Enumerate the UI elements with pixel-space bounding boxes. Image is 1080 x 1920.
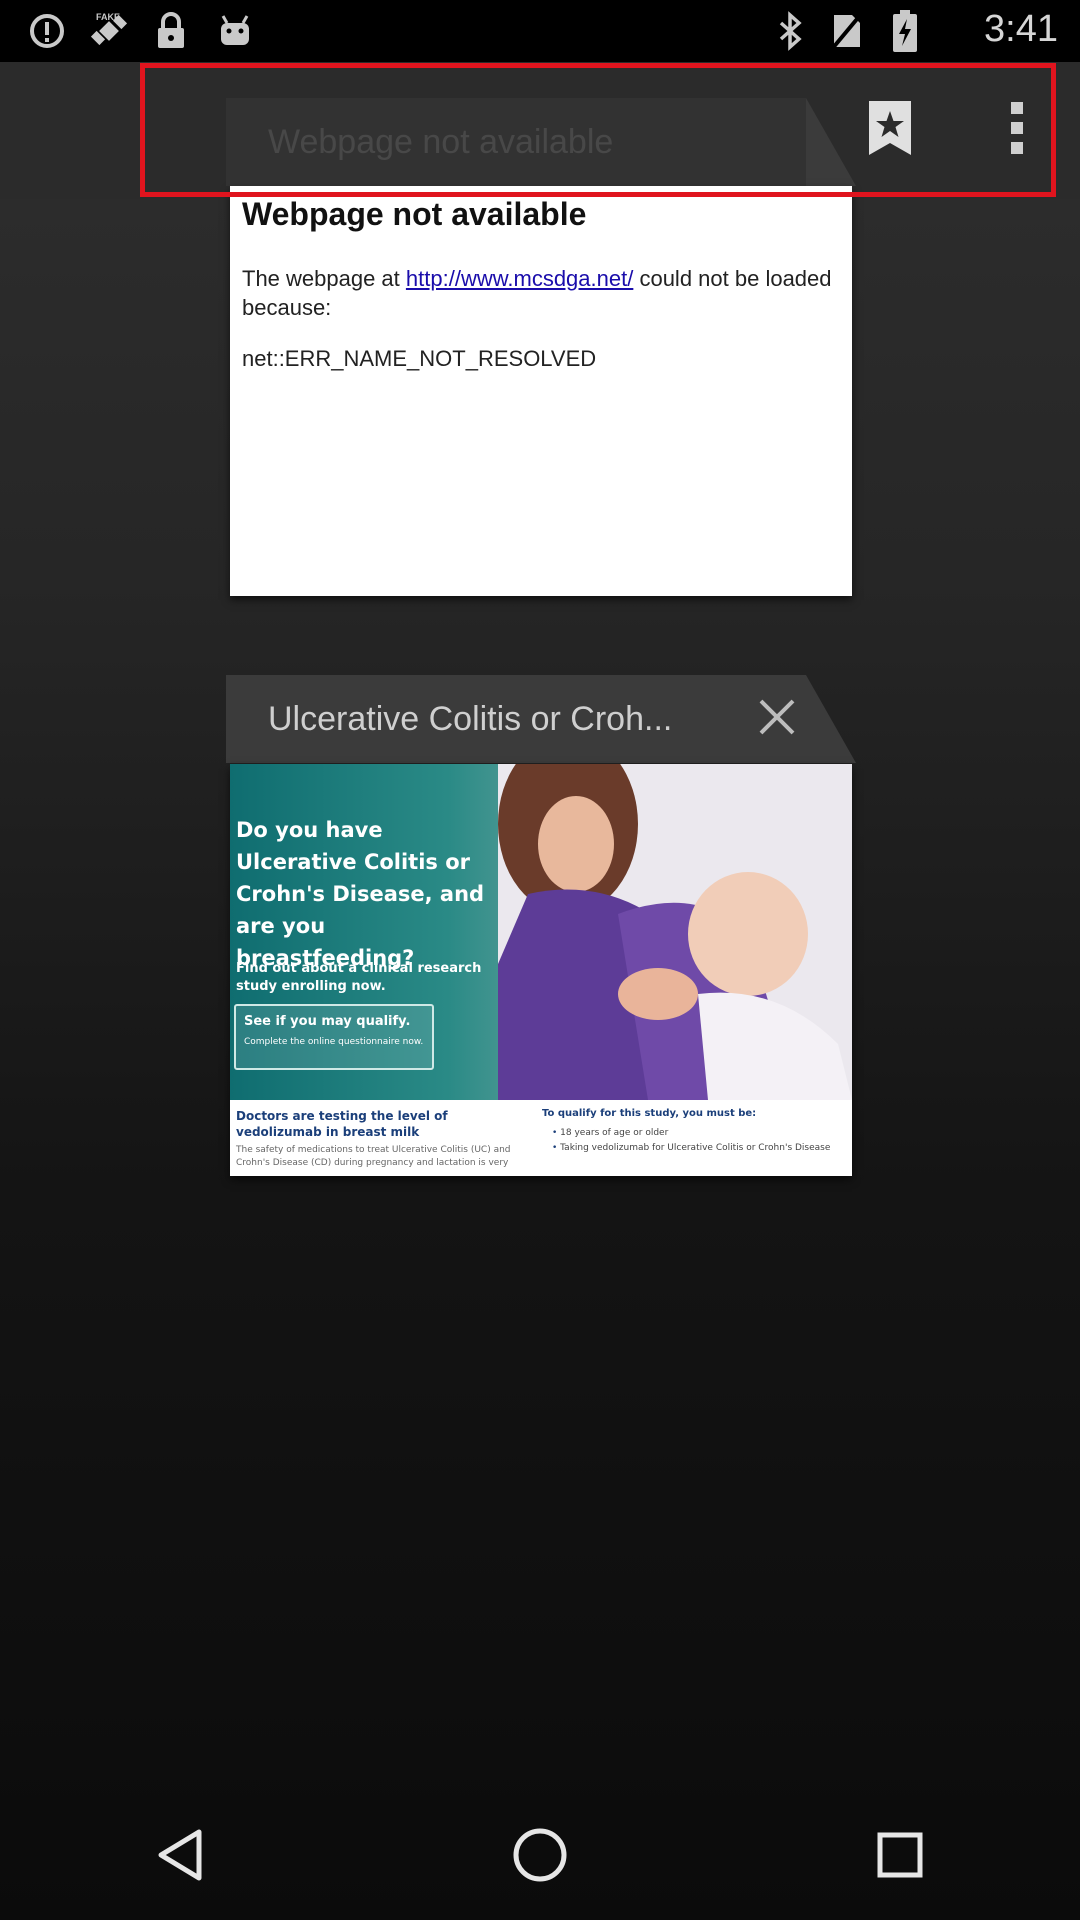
tab-card-webpage-not-available[interactable]: Webpage not available Webpage not availa… (226, 98, 856, 602)
svg-text:FAKE: FAKE (96, 12, 120, 22)
back-icon (155, 1828, 205, 1887)
list-item: 18 years of age or older (552, 1126, 842, 1141)
error-code: net::ERR_NAME_NOT_RESOLVED (242, 346, 597, 371)
error-description: The webpage at http://www.mcsdga.net/ co… (242, 264, 842, 322)
overflow-menu-icon (1007, 98, 1027, 163)
status-bar: FAKE 3:41 (0, 0, 1080, 62)
overflow-menu-button[interactable] (962, 62, 1072, 199)
ad-qualify-title: To qualify for this study, you must be: (542, 1108, 757, 1119)
back-button[interactable] (120, 1797, 240, 1917)
qualify-button[interactable]: See if you may qualify. Complete the onl… (234, 1004, 434, 1070)
qualify-button-label: See if you may qualify. (244, 1014, 411, 1029)
close-tab-button[interactable] (751, 693, 803, 745)
error-url-link[interactable]: http://www.mcsdga.net/ (406, 266, 633, 291)
ad-bottom-text: The safety of medications to treat Ulcer… (236, 1145, 511, 1168)
ad-details: Doctors are testing the level of vedoliz… (230, 1100, 852, 1176)
tab-preview[interactable]: Do you have Ulcerative Colitis or Crohn'… (230, 764, 852, 1176)
home-button[interactable] (480, 1797, 600, 1917)
tab-title: Webpage not available (268, 123, 614, 161)
android-debug-icon (214, 10, 256, 52)
tab-preview[interactable]: Webpage not available The webpage at htt… (230, 186, 852, 596)
home-icon (512, 1827, 568, 1888)
mother-baby-photo (498, 764, 852, 1100)
battery-charging-icon (884, 10, 926, 52)
tab-title: Ulcerative Colitis or Croh... (268, 700, 673, 738)
bookmarks-icon (867, 99, 913, 162)
lock-icon (150, 10, 192, 52)
error-text-before: The webpage at (242, 266, 406, 291)
ad-subline: Find out about a clinical research study… (236, 961, 482, 994)
ad-qualify-list: 18 years of age or older Taking vedolizu… (552, 1126, 842, 1156)
fake-gps-satellite-icon: FAKE (88, 10, 130, 52)
ad-hero: Do you have Ulcerative Colitis or Crohn'… (230, 764, 852, 1100)
no-sim-icon (826, 10, 868, 52)
tab-card-ulcerative-colitis[interactable]: Ulcerative Colitis or Croh... Do you hav… (226, 675, 856, 1179)
bluetooth-icon (770, 10, 812, 52)
clock: 3:41 (984, 8, 1058, 50)
close-icon (757, 697, 797, 742)
navigation-bar (0, 1794, 1080, 1920)
recents-button[interactable] (840, 1797, 960, 1917)
list-item: Taking vedolizumab for Ulcerative Coliti… (552, 1141, 842, 1156)
recents-icon (876, 1831, 924, 1884)
info-circle-icon (26, 10, 68, 52)
error-heading: Webpage not available (242, 196, 587, 232)
qualify-button-sublabel: Complete the online questionnaire now. (244, 1037, 424, 1047)
ad-headline: Do you have Ulcerative Colitis or Crohn'… (236, 818, 485, 970)
ad-bottom-title: Doctors are testing the level of vedoliz… (236, 1109, 448, 1139)
